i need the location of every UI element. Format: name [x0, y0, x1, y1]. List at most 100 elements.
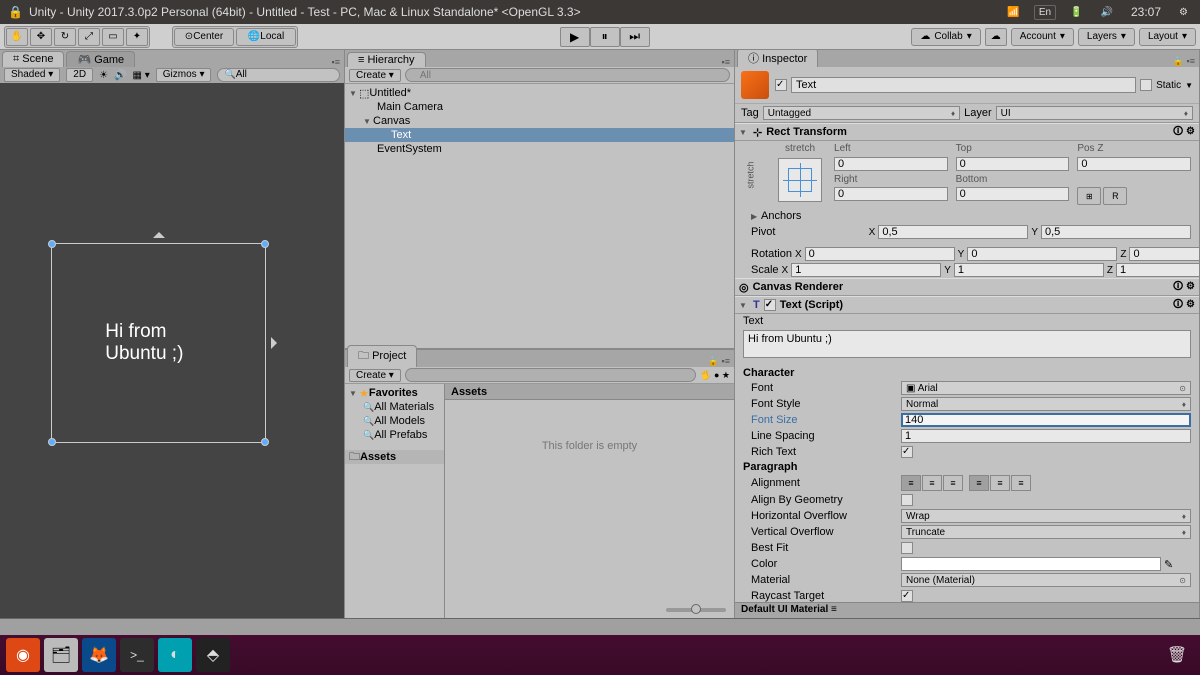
battery-icon[interactable]: 🔋 [1066, 6, 1086, 19]
hoverflow-dropdown[interactable]: Wrap♦ [901, 509, 1191, 523]
multi-tool[interactable]: ✦ [126, 28, 148, 46]
line-spacing-input[interactable] [901, 429, 1191, 443]
right-input[interactable] [834, 187, 948, 201]
component-menu[interactable]: 🛈 ⚙ [1173, 279, 1195, 296]
filter-icons[interactable]: 🖐 ● ★ [700, 370, 730, 381]
scale-z[interactable] [1116, 263, 1199, 277]
tab-game[interactable]: 🎮 Game [66, 51, 135, 67]
rect-transform-header[interactable]: ▼⊹Rect Transform 🛈 ⚙ [735, 123, 1199, 141]
center-button[interactable]: ⊙ Center [174, 28, 234, 46]
scene-view[interactable]: Hi from Ubuntu ;) [0, 83, 344, 618]
layout-button[interactable]: Layout▾ [1139, 28, 1196, 46]
panel-options[interactable]: ▪≡ [718, 57, 734, 67]
firefox-icon[interactable]: 🦊 [82, 638, 116, 672]
create-dropdown[interactable]: Create ▾ [349, 369, 401, 382]
rect-tool[interactable]: ▭ [102, 28, 124, 46]
gizmos-dropdown[interactable]: Gizmos ▾ [156, 68, 212, 82]
hierarchy-search[interactable] [405, 68, 730, 82]
create-dropdown[interactable]: Create ▾ [349, 69, 401, 82]
move-tool[interactable]: ✥ [30, 28, 52, 46]
text-content-input[interactable]: Hi from Ubuntu ;) [743, 330, 1191, 358]
text-enabled[interactable] [764, 299, 776, 311]
rotate-tool[interactable]: ↻ [54, 28, 76, 46]
blueprint-mode[interactable]: ⊞ [1077, 187, 1101, 205]
rot-z[interactable] [1129, 247, 1199, 261]
panel-options[interactable]: ▪≡ [328, 57, 344, 67]
hierarchy-tree[interactable]: ▼⬚ Untitled* Main Camera ▼Canvas Text Ev… [345, 84, 734, 348]
wifi-icon[interactable]: 📶 [1003, 6, 1023, 19]
project-tree[interactable]: ▼★ Favorites 🔍All Materials 🔍All Models … [345, 384, 445, 618]
collab-button[interactable]: ☁Collab▾ [911, 28, 980, 46]
scale-y[interactable] [954, 263, 1104, 277]
rot-x[interactable] [805, 247, 955, 261]
raycast-checkbox[interactable] [901, 590, 913, 602]
unity-icon[interactable]: ⬘ [196, 638, 230, 672]
gameobject-icon[interactable] [741, 71, 769, 99]
audio-icon[interactable]: 🔊 [114, 70, 126, 81]
scale-x[interactable] [791, 263, 941, 277]
shaded-dropdown[interactable]: Shaded ▾ [4, 68, 60, 82]
play-button[interactable]: ▶ [560, 27, 590, 47]
bestfit-checkbox[interactable] [901, 542, 913, 554]
panel-options[interactable]: 🔒 ▪≡ [1169, 56, 1199, 67]
rot-y[interactable] [967, 247, 1117, 261]
panel-options[interactable]: 🔒 ▪≡ [704, 356, 734, 367]
picture-icon[interactable]: ▦ ▾ [133, 70, 150, 81]
h-align[interactable]: ≡≡≡ [901, 475, 963, 491]
layers-button[interactable]: Layers▾ [1078, 28, 1135, 46]
left-input[interactable] [834, 157, 948, 171]
tab-project[interactable]: 🗀 Project [347, 345, 417, 367]
hand-tool[interactable]: ✋ [6, 28, 28, 46]
component-menu[interactable]: 🛈 ⚙ [1173, 124, 1195, 141]
tree-item[interactable]: EventSystem [345, 142, 734, 156]
tree-item[interactable]: Main Camera [345, 100, 734, 114]
step-button[interactable]: ⏭ [620, 27, 650, 47]
tree-item[interactable]: ▼Canvas [345, 114, 734, 128]
project-zoom-slider[interactable] [445, 602, 734, 618]
terminal-icon[interactable]: >_ [120, 638, 154, 672]
gameobject-name-input[interactable] [791, 77, 1136, 93]
bottom-input[interactable] [956, 187, 1070, 201]
text-script-header[interactable]: ▼TText (Script)🛈 ⚙ [735, 296, 1199, 314]
scene-root[interactable]: ▼⬚ Untitled* [345, 86, 734, 100]
active-checkbox[interactable] [775, 79, 787, 91]
tab-scene[interactable]: ⌗ Scene [2, 51, 64, 67]
layer-dropdown[interactable]: UI♦ [996, 106, 1193, 120]
align-geom-checkbox[interactable] [901, 494, 913, 506]
project-search[interactable] [405, 368, 696, 382]
local-button[interactable]: 🌐 Local [236, 28, 296, 46]
top-input[interactable] [956, 157, 1070, 171]
files-icon[interactable]: 🗂 [44, 638, 78, 672]
font-style-dropdown[interactable]: Normal♦ [901, 397, 1191, 411]
tab-hierarchy[interactable]: ≡ Hierarchy [347, 52, 426, 67]
clock[interactable]: 23:07 [1127, 4, 1165, 20]
selection-rect[interactable]: Hi from Ubuntu ;) [51, 243, 266, 443]
material-picker[interactable]: None (Material)⊙ [901, 573, 1191, 587]
speaker-icon[interactable]: 🔊 [1097, 6, 1117, 19]
posz-input[interactable] [1077, 157, 1191, 171]
color-picker[interactable] [901, 557, 1161, 571]
scale-tool[interactable]: ⤢ [78, 28, 100, 46]
canvas-renderer-header[interactable]: ◎Canvas Renderer🛈 ⚙ [735, 278, 1199, 296]
scene-search[interactable]: 🔍All [217, 68, 340, 82]
project-breadcrumb[interactable]: Assets [445, 384, 734, 400]
raw-edit-mode[interactable]: R [1103, 187, 1127, 205]
tab-inspector[interactable]: ⓘ Inspector [737, 50, 818, 67]
static-checkbox[interactable] [1140, 79, 1152, 91]
eyedropper-icon[interactable]: ✎ [1161, 558, 1176, 571]
light-icon[interactable]: ☀ [99, 70, 108, 81]
account-button[interactable]: Account▾ [1011, 28, 1074, 46]
tag-dropdown[interactable]: Untagged♦ [763, 106, 960, 120]
tree-item-selected[interactable]: Text [345, 128, 734, 142]
anchor-presets[interactable] [778, 158, 822, 202]
font-picker[interactable]: ▣ Arial⊙ [901, 381, 1191, 395]
rich-text-checkbox[interactable] [901, 446, 913, 458]
v-align[interactable]: ≡≡≡ [969, 475, 1031, 491]
unity-hub-icon[interactable]: ◐ [158, 638, 192, 672]
trash-icon[interactable]: 🗑 [1160, 638, 1194, 672]
pivot-y[interactable] [1041, 225, 1191, 239]
pivot-x[interactable] [878, 225, 1028, 239]
2d-toggle[interactable]: 2D [66, 68, 93, 82]
ubuntu-dash-icon[interactable]: ◉ [6, 638, 40, 672]
voverflow-dropdown[interactable]: Truncate♦ [901, 525, 1191, 539]
